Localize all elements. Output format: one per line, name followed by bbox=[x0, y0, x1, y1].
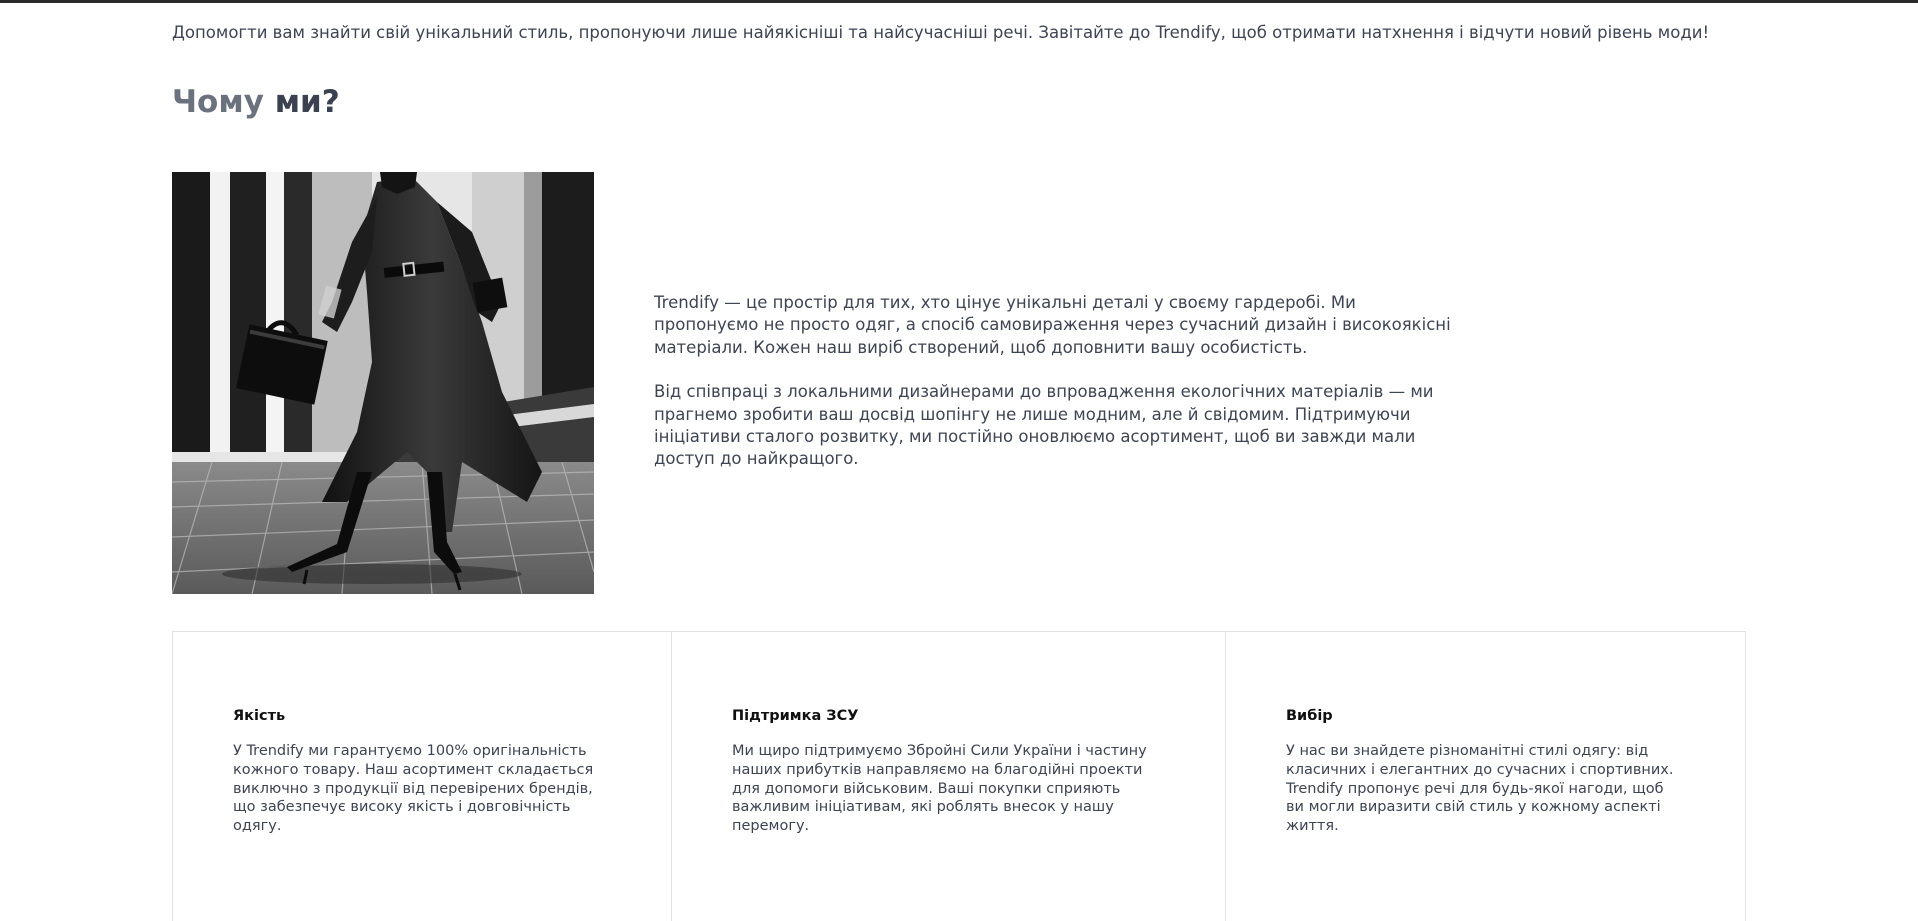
feature-text: У нас ви знайдете різноманітні стилі одя… bbox=[1286, 743, 1674, 835]
heading-word-why: Чому bbox=[172, 84, 264, 120]
about-text: Trendify — це простір для тих, хто цінує… bbox=[654, 292, 1454, 493]
about-paragraph: Від співпраці з локальними дизайнерами д… bbox=[654, 382, 1434, 469]
feature-card-quality: Якість У Trendify ми гарантуємо 100% ори… bbox=[173, 632, 671, 921]
feature-title: Якість bbox=[233, 708, 286, 724]
features-grid: Якість У Trendify ми гарантуємо 100% ори… bbox=[172, 631, 1746, 921]
feature-title: Вибір bbox=[1286, 708, 1333, 724]
feature-text: Ми щиро підтримуємо Збройні Сили України… bbox=[732, 743, 1147, 835]
feature-text: У Trendify ми гарантуємо 100% оригінальн… bbox=[233, 743, 594, 835]
feature-card-choice: Вибір У нас ви знайдете різноманітні сти… bbox=[1225, 632, 1745, 921]
about-paragraph: Trendify — це простір для тих, хто цінує… bbox=[654, 293, 1451, 357]
fashion-photo bbox=[172, 172, 594, 594]
feature-card-support: Підтримка ЗСУ Ми щиро підтримуємо Збройн… bbox=[671, 632, 1225, 921]
intro-text: Допомогти вам знайти свій унікальний сти… bbox=[172, 23, 1710, 42]
fashion-photo-illustration bbox=[172, 172, 594, 594]
heading-word-us: ми? bbox=[274, 84, 340, 120]
top-divider bbox=[0, 0, 1918, 3]
feature-title: Підтримка ЗСУ bbox=[732, 708, 859, 724]
section-heading: Чому ми? bbox=[172, 82, 340, 122]
